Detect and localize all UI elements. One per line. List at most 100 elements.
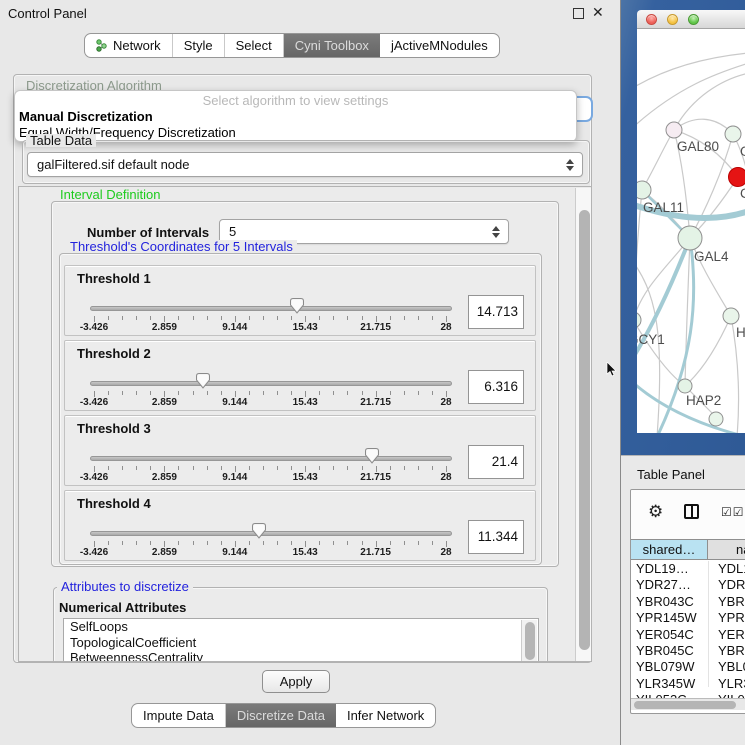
tab-select[interactable]: Select [225, 34, 284, 57]
slider-tick [263, 466, 264, 470]
slider-tick [432, 391, 433, 395]
threshold-value-field[interactable]: 6.316 [468, 370, 524, 404]
slider-tick-label: 15.43 [293, 547, 318, 558]
slider-tick [277, 391, 278, 395]
slider-tick [347, 466, 348, 470]
zoom-traffic-light-icon[interactable] [688, 14, 699, 25]
node-label: GAL4 [694, 249, 729, 264]
table-row[interactable]: YDR27…YDR2 [631, 577, 745, 593]
tab-style[interactable]: Style [173, 34, 225, 57]
slider-thumb-icon[interactable] [251, 522, 267, 539]
slider-tick [136, 316, 137, 320]
close-icon[interactable]: ✕ [592, 4, 604, 21]
network-window-titlebar[interactable] [637, 10, 745, 29]
list-item[interactable]: TopologicalCoefficient [64, 635, 538, 651]
network-node[interactable] [709, 412, 723, 426]
network-edge[interactable] [637, 238, 690, 320]
network-node[interactable] [666, 122, 682, 138]
dropdown-option-equal-width[interactable]: Equal Width/Frequency Discretization [19, 125, 572, 141]
tab-jactivemnodules[interactable]: jActiveMNodules [380, 34, 499, 57]
network-edge[interactable] [674, 119, 733, 134]
network-node[interactable] [725, 126, 741, 142]
threshold-slider[interactable]: -3.4262.8599.14415.4321.71528 [90, 266, 452, 337]
float-window-icon[interactable] [573, 8, 584, 19]
network-node[interactable] [678, 226, 702, 250]
slider-tick [404, 541, 405, 545]
slider-tick [390, 466, 391, 470]
slider-track[interactable] [90, 381, 452, 386]
slider-tick [136, 541, 137, 545]
table-row[interactable]: YER054CYER0 [631, 627, 745, 643]
network-edge[interactable] [637, 320, 685, 386]
table-row[interactable]: YLR345WYLR3 [631, 676, 745, 692]
network-edge[interactable] [685, 238, 690, 386]
cell-name: YDL1 [718, 561, 745, 577]
table-row[interactable]: YBL079WYBL0 [631, 659, 745, 675]
network-edge[interactable] [637, 53, 745, 89]
network-canvas[interactable]: GAL80GACGAL11GAL4GCY1HHAP2 [637, 29, 745, 433]
network-node[interactable] [723, 308, 739, 324]
network-edge[interactable] [637, 63, 745, 129]
slider-tick [291, 316, 292, 320]
network-node[interactable] [637, 312, 641, 328]
threshold-slider[interactable]: -3.4262.8599.14415.4321.71528 [90, 491, 452, 562]
tab-infer-network[interactable]: Infer Network [336, 704, 435, 727]
threshold-panels: Threshold 1 -3.4262.8599.14415.4321.7152… [64, 265, 536, 561]
tab-label: Impute Data [143, 708, 214, 723]
apply-button[interactable]: Apply [262, 670, 330, 693]
slider-thumb-icon[interactable] [289, 297, 305, 314]
select-columns-icon[interactable]: ☑☑ [721, 505, 745, 519]
thresholds-group-label: Threshold's Coordinates for 5 Intervals [66, 240, 297, 253]
slider-track[interactable] [90, 456, 452, 461]
tab-label: jActiveMNodules [391, 38, 488, 53]
columns-icon[interactable] [684, 504, 699, 519]
table-data-combobox[interactable]: galFiltered.sif default node [27, 152, 583, 177]
list-scrollbar[interactable] [521, 620, 537, 662]
slider-tick [249, 541, 250, 545]
slider-tick-label: 21.715 [360, 472, 391, 483]
table-row[interactable]: YPR145WYPR1 [631, 610, 745, 626]
network-edge[interactable] [642, 130, 674, 190]
scrollbar-thumb[interactable] [634, 701, 736, 709]
close-traffic-light-icon[interactable] [646, 14, 657, 25]
slider-tick [178, 391, 179, 395]
main-scrollbar[interactable] [575, 188, 592, 662]
table-row[interactable]: YBR043CYBR0 [631, 594, 745, 610]
tab-label: Cyni Toolbox [295, 38, 369, 53]
network-node[interactable] [678, 379, 692, 393]
scrollbar-thumb[interactable] [525, 622, 535, 660]
slider-tick [249, 391, 250, 395]
tab-impute-data[interactable]: Impute Data [132, 704, 226, 727]
slider-thumb-icon[interactable] [195, 372, 211, 389]
threshold-value-field[interactable]: 11.344 [468, 520, 524, 554]
slider-thumb-icon[interactable] [364, 447, 380, 464]
threshold-slider[interactable]: -3.4262.8599.14415.4321.71528 [90, 416, 452, 487]
slider-tick-label: 21.715 [360, 322, 391, 333]
network-node[interactable] [729, 168, 745, 187]
table-row[interactable]: YDL19…YDL1 [631, 561, 745, 577]
list-item[interactable]: SelfLoops [64, 619, 538, 635]
tab-discretize-data[interactable]: Discretize Data [226, 704, 336, 727]
slider-track[interactable] [90, 306, 452, 311]
minimize-traffic-light-icon[interactable] [667, 14, 678, 25]
dropdown-option-manual[interactable]: Manual Discretization [19, 109, 572, 125]
tab-cyni-toolbox[interactable]: Cyni Toolbox [284, 34, 380, 57]
scrollbar-thumb[interactable] [579, 210, 590, 650]
slider-tick [390, 541, 391, 545]
threshold-slider[interactable]: -3.4262.8599.14415.4321.71528 [90, 341, 452, 412]
slider-track[interactable] [90, 531, 452, 536]
gear-icon[interactable]: ⚙ [648, 503, 663, 520]
threshold-value-field[interactable]: 14.713 [468, 295, 524, 329]
numerical-attributes-list[interactable]: SelfLoopsTopologicalCoefficientBetweenne… [63, 618, 539, 662]
network-node[interactable] [637, 181, 651, 199]
tab-network[interactable]: Network [85, 34, 173, 57]
threshold-value-field[interactable]: 21.4 [468, 445, 524, 479]
slider-tick [362, 541, 363, 545]
network-edge[interactable] [674, 73, 745, 130]
table-hscrollbar[interactable] [631, 698, 745, 710]
column-header-shared-name[interactable]: shared… [631, 540, 708, 559]
list-item[interactable]: BetweennessCentrality [64, 650, 538, 662]
column-header-name[interactable]: na [736, 540, 745, 559]
table-toolbar: ⚙ ☑☑ [631, 490, 745, 539]
table-row[interactable]: YBR045CYBR0 [631, 643, 745, 659]
